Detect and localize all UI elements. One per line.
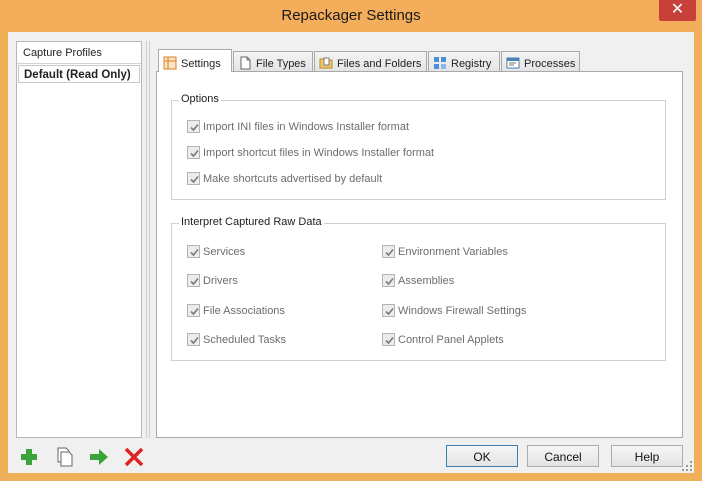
- checkbox-box[interactable]: [187, 245, 200, 258]
- interpret-group-title: Interpret Captured Raw Data: [179, 216, 324, 228]
- checkbox-file-associations[interactable]: File Associations: [187, 304, 285, 318]
- files-folders-icon: [319, 56, 333, 70]
- resize-grip-icon[interactable]: [682, 461, 692, 471]
- tab-label: Files and Folders: [337, 58, 422, 70]
- close-icon: ✕: [670, 1, 685, 18]
- options-group: Options Import INI files in Windows Inst…: [171, 93, 666, 200]
- checkbox-import-shortcut[interactable]: Import shortcut files in Windows Install…: [187, 146, 434, 160]
- checkbox-drivers[interactable]: Drivers: [187, 274, 238, 288]
- capture-profiles-panel: Capture Profiles Default (Read Only): [16, 41, 142, 438]
- tab-processes[interactable]: Processes: [501, 51, 580, 71]
- arrow-right-icon: [90, 449, 108, 465]
- checkbox-box[interactable]: [382, 274, 395, 287]
- checkbox-services[interactable]: Services: [187, 245, 245, 259]
- checkbox-label: Control Panel Applets: [398, 334, 504, 346]
- checkbox-box[interactable]: [382, 245, 395, 258]
- options-group-title: Options: [179, 93, 221, 105]
- title-bar: Repackager Settings ✕: [0, 0, 702, 32]
- tab-strip: Settings File Types Files and Folders Re…: [156, 49, 683, 72]
- checkbox-box[interactable]: [382, 333, 395, 346]
- checkbox-label: Import shortcut files in Windows Install…: [203, 147, 435, 159]
- ok-button[interactable]: OK: [446, 445, 518, 467]
- checkbox-label: Services: [203, 246, 246, 258]
- checkbox-box[interactable]: [187, 172, 200, 185]
- tab-label: File Types: [256, 58, 306, 70]
- export-profile-button[interactable]: [87, 446, 111, 468]
- profile-item-default[interactable]: Default (Read Only): [18, 65, 140, 83]
- copy-icon: [57, 447, 73, 467]
- checkbox-label: Make shortcuts advertised by default: [203, 173, 383, 185]
- checkbox-shortcuts-advertised[interactable]: Make shortcuts advertised by default: [187, 172, 382, 186]
- checkbox-environment-variables[interactable]: Environment Variables: [382, 245, 508, 259]
- checkbox-label: Import INI files in Windows Installer fo…: [203, 121, 410, 133]
- checkbox-label: Drivers: [203, 275, 238, 287]
- checkbox-label: Windows Firewall Settings: [398, 305, 527, 317]
- checkbox-label: Environment Variables: [398, 246, 508, 258]
- checkbox-label: Scheduled Tasks: [203, 334, 286, 346]
- panel-splitter[interactable]: [146, 41, 150, 438]
- registry-icon: [433, 56, 447, 70]
- checkbox-box[interactable]: [187, 304, 200, 317]
- help-button[interactable]: Help: [611, 445, 683, 467]
- settings-tab-panel: Options Import INI files in Windows Inst…: [156, 71, 683, 438]
- checkbox-assemblies[interactable]: Assemblies: [382, 274, 454, 288]
- checkbox-windows-firewall[interactable]: Windows Firewall Settings: [382, 304, 526, 318]
- capture-profiles-header: Capture Profiles: [17, 42, 141, 64]
- checkbox-scheduled-tasks[interactable]: Scheduled Tasks: [187, 333, 286, 347]
- copy-profile-button[interactable]: [52, 446, 76, 468]
- dialog-client: Capture Profiles Default (Read Only) Set…: [8, 32, 694, 473]
- tab-label: Settings: [181, 58, 221, 70]
- checkbox-box[interactable]: [187, 120, 200, 133]
- tab-settings[interactable]: Settings: [158, 49, 232, 72]
- settings-window: Repackager Settings ✕ Capture Profiles D…: [0, 0, 702, 481]
- checkbox-label: Assemblies: [398, 275, 455, 287]
- tab-label: Registry: [451, 58, 492, 70]
- add-profile-button[interactable]: [17, 446, 41, 468]
- tab-files-and-folders[interactable]: Files and Folders: [314, 51, 427, 71]
- tab-area: Settings File Types Files and Folders Re…: [156, 41, 683, 438]
- delete-icon: [124, 447, 144, 467]
- checkbox-control-panel-applets[interactable]: Control Panel Applets: [382, 333, 504, 347]
- checkbox-label: File Associations: [203, 305, 285, 317]
- file-icon: [238, 56, 252, 70]
- checkbox-box[interactable]: [187, 274, 200, 287]
- checkbox-box[interactable]: [187, 333, 200, 346]
- processes-icon: [506, 56, 520, 70]
- add-icon: [21, 449, 37, 465]
- cancel-button[interactable]: Cancel: [527, 445, 599, 467]
- checkbox-import-ini[interactable]: Import INI files in Windows Installer fo…: [187, 120, 409, 134]
- tab-file-types[interactable]: File Types: [233, 51, 313, 71]
- checkbox-box[interactable]: [187, 146, 200, 159]
- checkbox-box[interactable]: [382, 304, 395, 317]
- window-title: Repackager Settings: [281, 7, 421, 24]
- tab-registry[interactable]: Registry: [428, 51, 500, 71]
- tab-label: Processes: [524, 58, 576, 70]
- interpret-raw-data-group: Interpret Captured Raw Data Services Dri…: [171, 216, 666, 361]
- delete-profile-button[interactable]: [122, 446, 146, 468]
- settings-grid-icon: [163, 56, 177, 70]
- close-button[interactable]: ✕: [659, 0, 696, 21]
